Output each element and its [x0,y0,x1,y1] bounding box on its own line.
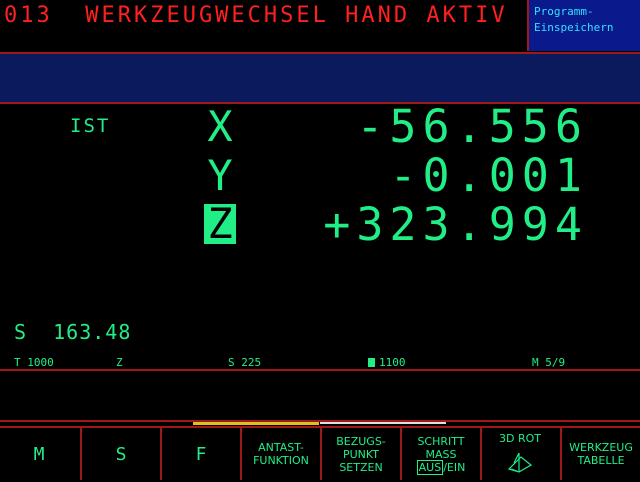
softkey-f-label: F [195,443,207,465]
softkey-m[interactable]: M [0,428,78,480]
softkey-level-indicator-active [193,422,319,425]
axis-x-label[interactable]: X [204,106,236,148]
softkey-3d-rotation-label: 3D ROT [499,432,541,445]
softkey-m-label: M [33,443,45,465]
axis-x-value: -56.556 [356,100,588,153]
axis-y-label[interactable]: Y [204,155,236,197]
softkey-increment[interactable]: SCHRITT MASS AUS/EIN [400,428,480,480]
spindle-position: S 163.48 [14,320,132,344]
message-bar [0,54,640,104]
status-feed: 1100 [368,356,406,369]
softkey-increment-line2: MASS [425,447,457,461]
softkey-row: M S F ANTAST- FUNKTION BEZUGS- PUNKT SET… [0,426,640,482]
status-tool: T 1000 [14,356,54,369]
softkey-increment-toggle: AUS/EIN [416,459,466,475]
softkey-level-indicator [320,422,446,424]
status-misc-function: M 5/9 [532,356,566,369]
feed-icon [368,358,375,367]
softkey-datum-line1: BEZUGS- [336,434,386,448]
softkey-tool-table-line1: WERKZEUG [569,441,633,454]
position-type-label: IST [70,115,111,137]
softkey-3d-rotation[interactable]: 3D ROT [480,428,558,480]
softkey-probe-line1: ANTAST- [258,441,304,454]
softkey-datum-line3: SETZEN [339,460,383,474]
softkey-probe-function[interactable]: ANTAST- FUNKTION [240,428,320,480]
toggle-on: EIN [446,460,466,474]
softkey-f[interactable]: F [160,428,240,480]
softkey-probe-line2: FUNKTION [253,454,309,467]
error-message: 013 WERKZEUGWECHSEL HAND AKTIV [4,3,508,28]
axis-z-label-selected[interactable]: Z [204,203,236,245]
softkey-datum-line2: PUNKT [343,447,379,461]
operating-mode-box: Programm- Einspeichern [527,0,640,51]
status-divider [0,369,640,371]
toggle-off-active: AUS [416,459,444,475]
softkey-s[interactable]: S [80,428,160,480]
softkey-tool-table-line2: TABELLE [577,454,625,467]
axis-z-value: +323.994 [323,198,588,251]
status-spindle-speed: S 225 [228,356,262,369]
axis-y-value: -0.001 [389,149,588,202]
softkey-set-datum[interactable]: BEZUGS- PUNKT SETZEN [320,428,400,480]
softkey-increment-line1: SCHRITT [417,434,465,448]
mode-label-line1: Programm- [534,5,594,18]
3d-rotation-icon [507,452,533,473]
status-tool-axis: Z [116,356,123,369]
mode-label-line2: Einspeichern [534,21,614,34]
softkey-s-label: S [115,443,127,465]
softkey-tool-table[interactable]: WERKZEUG TABELLE [560,428,640,480]
status-feed-value: 1100 [379,356,406,369]
